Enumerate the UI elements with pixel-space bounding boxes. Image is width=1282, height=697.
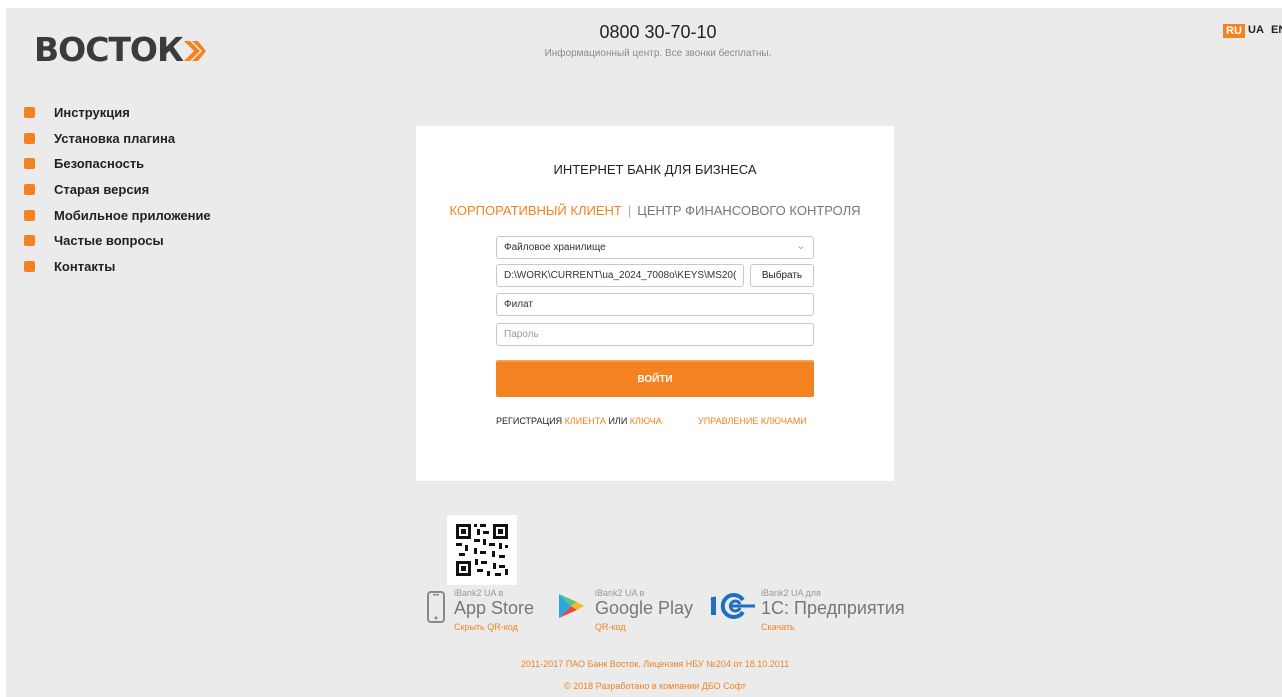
tab-separator: | bbox=[627, 203, 632, 218]
register-or: ИЛИ bbox=[608, 416, 628, 426]
bullet-icon bbox=[24, 132, 35, 144]
google-play-label: Google Play bbox=[595, 598, 694, 618]
manage-keys-link[interactable]: УПРАВЛЕНИЕ КЛЮЧАМИ bbox=[698, 416, 807, 426]
sidebar-item-label: Безопасность bbox=[54, 156, 145, 172]
sidebar-nav: Инструкция Установка плагина Безопасност… bbox=[24, 100, 211, 279]
support-phone: 0800 30-70-10 bbox=[599, 22, 717, 42]
login-card: ИНТЕРНЕТ БАНК ДЛЯ БИЗНЕСА КОРПОРАТИВНЫЙ … bbox=[416, 126, 894, 481]
register-prefix: РЕГИСТРАЦИЯ bbox=[496, 416, 563, 426]
footer-copyright[interactable]: © 2018 Разработано в компании ДБО Софт bbox=[0, 681, 1282, 691]
lang-ru[interactable]: RU bbox=[1223, 24, 1245, 38]
registration-links: РЕГИСТРАЦИЯ КЛИЕНТА ИЛИ КЛЮЧА bbox=[496, 416, 662, 426]
key-path-field[interactable]: D:\WORK\CURRENT\ua_2024_7008o\KEYS\MS20( bbox=[496, 264, 744, 287]
lang-en[interactable]: EN bbox=[1271, 24, 1282, 36]
browse-button[interactable]: Выбрать bbox=[750, 264, 814, 287]
storage-select[interactable]: Файловое хранилище ⌄ bbox=[496, 236, 814, 259]
footer-license: 2011-2017 ПАО Банк Восток. Лицензия НБУ … bbox=[520, 659, 790, 669]
tab-corporate-client[interactable]: КОРПОРАТИВНЫЙ КЛИЕНТ bbox=[449, 203, 621, 218]
lang-ua[interactable]: UA bbox=[1248, 24, 1264, 36]
storage-select-value: Файловое хранилище bbox=[504, 242, 606, 253]
app-store-caption: iBank2 UA в bbox=[454, 588, 504, 598]
key-name-field[interactable]: Филат bbox=[496, 293, 814, 316]
password-field[interactable]: Пароль bbox=[496, 323, 814, 346]
1c-label: 1С: Предприятия bbox=[761, 598, 905, 618]
sidebar-item-label: Частые вопросы bbox=[54, 233, 164, 249]
sidebar-item-label: Мобильное приложение bbox=[54, 207, 211, 223]
bank-logo[interactable]: ВОСТОК bbox=[34, 30, 207, 69]
top-band bbox=[0, 0, 1282, 8]
login-button[interactable]: ВОЙТИ bbox=[496, 360, 814, 397]
download-link[interactable]: Скачать bbox=[761, 622, 905, 632]
password-placeholder: Пароль bbox=[504, 329, 539, 340]
sidebar-item-mobile-app[interactable]: Мобильное приложение bbox=[24, 202, 211, 228]
google-play-caption: iBank2 UA в bbox=[595, 588, 645, 598]
google-play-icon bbox=[559, 594, 584, 618]
key-name-value: Филат bbox=[504, 299, 533, 310]
app-store-label: App Store bbox=[454, 598, 535, 618]
register-key-link[interactable]: КЛЮЧА bbox=[630, 416, 662, 426]
app-store-block[interactable]: iBank2 UA в App Store Скрыть QR-код bbox=[427, 588, 534, 632]
sidebar-item-plugin[interactable]: Установка плагина bbox=[24, 126, 211, 152]
sidebar-item-faq[interactable]: Частые вопросы bbox=[24, 228, 211, 254]
1c-logo-icon bbox=[710, 593, 755, 619]
sidebar-item-label: Инструкция bbox=[54, 105, 130, 121]
bullet-icon bbox=[24, 184, 35, 196]
left-edge bbox=[0, 0, 6, 697]
sidebar-item-security[interactable]: Безопасность bbox=[24, 151, 211, 177]
sidebar-item-label: Контакты bbox=[54, 258, 116, 274]
google-play-block[interactable]: iBank2 UA в Google Play QR-код bbox=[557, 588, 693, 632]
sidebar-item-label: Старая версия bbox=[54, 182, 150, 198]
register-client-link[interactable]: КЛИЕНТА bbox=[565, 416, 606, 426]
qr-code bbox=[447, 515, 517, 585]
bullet-icon bbox=[24, 260, 35, 272]
login-tabs: КОРПОРАТИВНЫЙ КЛИЕНТ | ЦЕНТР ФИНАНСОВОГО К… bbox=[416, 203, 894, 218]
qr-code-link[interactable]: QR-код bbox=[595, 622, 693, 632]
chevron-down-icon: ⌄ bbox=[796, 241, 805, 252]
logo-text: ВОСТОК bbox=[34, 30, 184, 69]
1c-block[interactable]: iBank2 UA для 1С: Предприятия Скачать bbox=[709, 588, 905, 632]
bullet-icon bbox=[24, 158, 35, 170]
sidebar-item-label: Установка плагина bbox=[54, 130, 176, 146]
key-path-value: D:\WORK\CURRENT\ua_2024_7008o\KEYS\MS20( bbox=[504, 270, 737, 281]
1c-caption: iBank2 UA для bbox=[761, 588, 821, 598]
bullet-icon bbox=[24, 209, 35, 221]
login-title: ИНТЕРНЕТ БАНК ДЛЯ БИЗНЕСА bbox=[553, 162, 757, 177]
sidebar-item-contacts[interactable]: Контакты bbox=[24, 254, 211, 280]
sidebar-item-old-version[interactable]: Старая версия bbox=[24, 177, 211, 203]
hide-qr-link[interactable]: Скрыть QR-код bbox=[454, 622, 534, 632]
logo-arrow-icon bbox=[183, 41, 206, 61]
phone-icon bbox=[427, 591, 445, 623]
support-phone-note: Информационный центр. Все звонки бесплат… bbox=[544, 48, 772, 59]
tab-financial-control[interactable]: ЦЕНТР ФИНАНСОВОГО КОНТРОЛЯ bbox=[637, 203, 860, 218]
qr-code-image bbox=[447, 515, 517, 585]
bullet-icon bbox=[24, 235, 35, 247]
bullet-icon bbox=[24, 107, 35, 119]
sidebar-item-instructions[interactable]: Инструкция bbox=[24, 100, 211, 126]
